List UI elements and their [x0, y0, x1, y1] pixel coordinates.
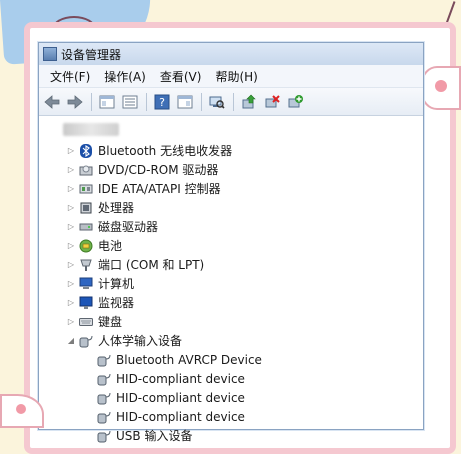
- tree-node-monitor[interactable]: ▷ 监视器: [39, 293, 423, 312]
- tree-node-computer[interactable]: ▷ 计算机: [39, 274, 423, 293]
- expand-arrow-icon[interactable]: ▷: [66, 260, 76, 270]
- device-manager-icon: [43, 47, 57, 61]
- tree-node-label: 键盘: [98, 315, 123, 329]
- tree-node-bluetooth[interactable]: ▷ Bluetooth 无线电收发器: [39, 141, 423, 160]
- expand-arrow-icon[interactable]: ▷: [66, 317, 76, 327]
- title-bar: 设备管理器: [39, 43, 423, 65]
- hid-device-icon: [97, 391, 111, 405]
- processor-icon: [79, 201, 93, 215]
- menu-view[interactable]: 查看(V): [153, 66, 209, 87]
- tree-node-label: IDE ATA/ATAPI 控制器: [98, 182, 221, 196]
- list-view-icon[interactable]: [121, 93, 139, 111]
- toolbar-separator: [233, 92, 234, 111]
- tree-node-disk-drive[interactable]: ▷ 磁盘驱动器: [39, 217, 423, 236]
- tree-node-label: 监视器: [98, 296, 135, 310]
- tree-node-dvd-drive[interactable]: ▷ DVD/CD-ROM 驱动器: [39, 160, 423, 179]
- port-icon: [79, 258, 93, 272]
- tree-node-label: Bluetooth 无线电收发器: [98, 144, 233, 158]
- tree-node-label: HID-compliant device: [116, 409, 245, 424]
- expand-arrow-icon[interactable]: ▷: [66, 222, 76, 232]
- tree-node-hid[interactable]: ◢ 人体学输入设备: [39, 331, 423, 350]
- forward-icon[interactable]: [66, 93, 84, 111]
- monitor-icon: [79, 296, 93, 310]
- computer-root-node[interactable]: [63, 123, 119, 136]
- menu-bar: 文件(F) 操作(A) 查看(V) 帮助(H): [39, 65, 423, 88]
- hid-child-hid-compliant-1[interactable]: HID-compliant device: [39, 369, 423, 388]
- hid-device-icon: [97, 410, 111, 424]
- console-tree-icon[interactable]: [176, 93, 194, 111]
- expand-arrow-icon[interactable]: ▷: [66, 184, 76, 194]
- device-manager-window: 设备管理器 文件(F) 操作(A) 查看(V) 帮助(H) ? ▷ Blueto…: [38, 42, 424, 443]
- tree-node-label: 计算机: [98, 277, 135, 291]
- hid-child-bluetooth-avrcp[interactable]: Bluetooth AVRCP Device: [39, 350, 423, 369]
- hid-icon: [79, 334, 93, 348]
- tree-node-label: 处理器: [98, 201, 135, 215]
- ide-controller-icon: [79, 182, 93, 196]
- toolbar-separator: [201, 92, 202, 111]
- keyboard-icon: [79, 315, 93, 329]
- tree-node-label: 磁盘驱动器: [98, 220, 159, 234]
- hid-device-icon: [97, 429, 111, 443]
- menu-help[interactable]: 帮助(H): [208, 66, 264, 87]
- hid-child-usb-input[interactable]: USB 输入设备: [39, 426, 423, 445]
- scan-hardware-icon[interactable]: [208, 93, 226, 111]
- svg-text:?: ?: [159, 96, 165, 109]
- uninstall-device-icon[interactable]: [263, 93, 281, 111]
- expand-arrow-icon[interactable]: ▷: [66, 279, 76, 289]
- battery-icon: [79, 239, 93, 253]
- toolbar: ?: [39, 88, 423, 116]
- window-title: 设备管理器: [61, 47, 122, 62]
- tree-node-label: 电池: [98, 239, 123, 253]
- device-tree: ▷ Bluetooth 无线电收发器 ▷ DVD/CD-ROM 驱动器 ▷ ID…: [39, 117, 423, 443]
- tree-node-ports[interactable]: ▷ 端口 (COM 和 LPT): [39, 255, 423, 274]
- update-driver-icon[interactable]: [240, 93, 258, 111]
- tree-node-label: Bluetooth AVRCP Device: [116, 352, 262, 367]
- hid-device-icon: [97, 372, 111, 386]
- tree-node-label: HID-compliant device: [116, 371, 245, 386]
- computer-icon: [79, 277, 93, 291]
- enable-device-icon[interactable]: [286, 93, 304, 111]
- hid-child-hid-compliant-3[interactable]: HID-compliant device: [39, 407, 423, 426]
- expand-arrow-icon[interactable]: ▷: [66, 146, 76, 156]
- collapse-arrow-icon[interactable]: ◢: [66, 336, 76, 346]
- decorative-paw-right: [421, 66, 461, 110]
- expand-arrow-icon[interactable]: ▷: [66, 241, 76, 251]
- dvd-drive-icon: [79, 163, 93, 177]
- tree-node-label: DVD/CD-ROM 驱动器: [98, 163, 219, 177]
- tree-node-keyboard[interactable]: ▷ 键盘: [39, 312, 423, 331]
- disk-drive-icon: [79, 220, 93, 234]
- tree-node-label: 人体学输入设备: [98, 334, 183, 348]
- menu-file[interactable]: 文件(F): [43, 66, 97, 87]
- expand-arrow-icon[interactable]: ▷: [66, 203, 76, 213]
- tree-node-battery[interactable]: ▷ 电池: [39, 236, 423, 255]
- tree-node-label: USB 输入设备: [116, 429, 193, 443]
- tree-node-processor[interactable]: ▷ 处理器: [39, 198, 423, 217]
- back-icon[interactable]: [43, 93, 61, 111]
- toolbar-separator: [91, 92, 92, 111]
- toolbar-separator: [146, 92, 147, 111]
- expand-arrow-icon[interactable]: ▷: [66, 298, 76, 308]
- bluetooth-icon: [79, 143, 93, 158]
- help-icon[interactable]: ?: [153, 93, 171, 111]
- hid-device-icon: [97, 353, 111, 367]
- tree-node-label: 端口 (COM 和 LPT): [98, 258, 205, 272]
- properties-pane-icon[interactable]: [98, 93, 116, 111]
- expand-arrow-icon[interactable]: ▷: [66, 165, 76, 175]
- menu-action[interactable]: 操作(A): [97, 66, 153, 87]
- tree-node-label: HID-compliant device: [116, 390, 245, 405]
- hid-child-hid-compliant-2[interactable]: HID-compliant device: [39, 388, 423, 407]
- tree-node-ide-controller[interactable]: ▷ IDE ATA/ATAPI 控制器: [39, 179, 423, 198]
